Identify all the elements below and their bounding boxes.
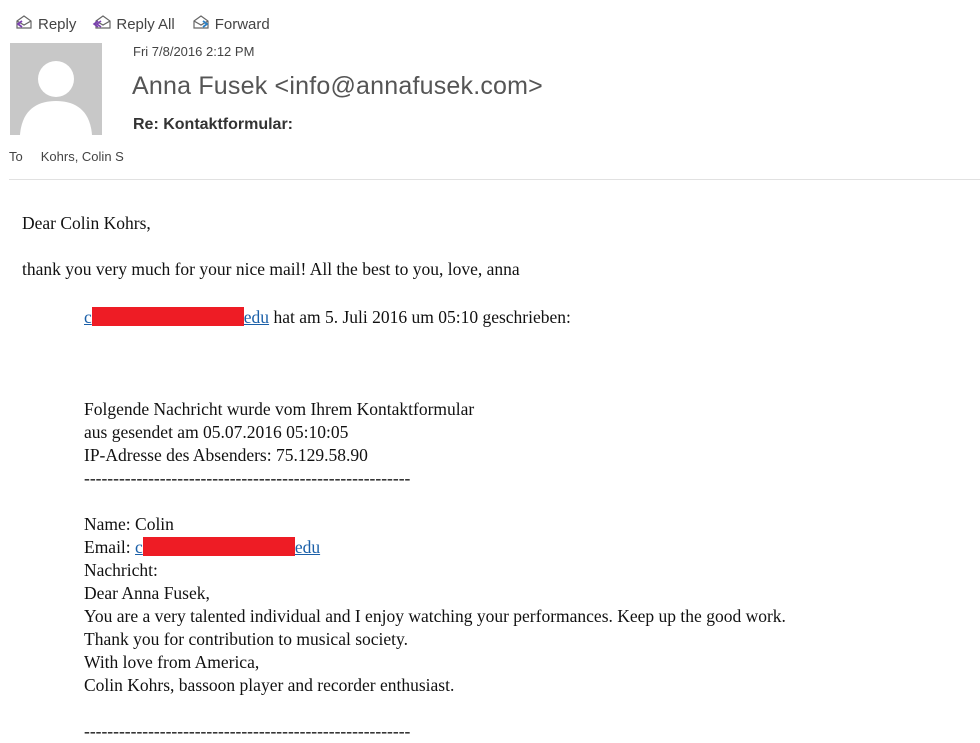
redaction-block <box>142 537 295 556</box>
quoted-email-link[interactable]: c edu <box>135 537 320 557</box>
email-link-end: edu <box>243 307 270 327</box>
recipients-row: To Kohrs, Colin S <box>9 149 124 164</box>
quoted-line-3: IP-Adresse des Absenders: 75.129.58.90 <box>84 445 368 465</box>
reply-button[interactable]: Reply <box>14 13 76 35</box>
reply-text: thank you very much for your nice mail! … <box>22 259 520 279</box>
quoted-email: Email: c edu <box>84 536 320 558</box>
quote-header-text: hat am 5. Juli 2016 um 05:10 geschrieben… <box>269 307 571 327</box>
reply-icon <box>14 13 34 35</box>
quoted-name: Name: Colin <box>84 514 174 534</box>
quoted-line-2: aus gesendet am 05.07.2016 05:10:05 <box>84 422 349 442</box>
email-link-start: c <box>135 537 143 557</box>
message-subject: Re: Kontaktformular: <box>133 116 294 133</box>
reply-all-icon <box>92 13 112 35</box>
email-link-end: edu <box>294 537 321 557</box>
to-label: To <box>9 149 23 164</box>
reply-all-label: Reply All <box>116 15 175 33</box>
quoted-separator: ----------------------------------------… <box>84 468 411 488</box>
reply-all-button[interactable]: Reply All <box>92 13 175 35</box>
quoted-line-1: Folgende Nachricht wurde vom Ihrem Konta… <box>84 399 475 419</box>
quote-header: c edu hat am 5. Juli 2016 um 05:10 geschr… <box>84 306 571 328</box>
greeting: Dear Colin Kohrs, <box>22 213 151 233</box>
sender-avatar <box>10 43 102 135</box>
message-date: Fri 7/8/2016 2:12 PM <box>133 44 255 59</box>
person-placeholder-icon <box>20 61 92 135</box>
reply-label: Reply <box>38 15 77 33</box>
email-label: Email: <box>84 537 136 557</box>
quoted-message-line-4: With love from America, <box>84 652 260 672</box>
quoted-message-label: Nachricht: <box>84 560 158 580</box>
sender-name[interactable]: Anna Fusek <info@annafusek.com> <box>132 72 543 101</box>
forward-button[interactable]: Forward <box>191 13 270 35</box>
message-toolbar: Reply Reply All Forward <box>14 12 270 36</box>
header-divider <box>9 179 980 180</box>
quoted-message-line-2: You are a very talented individual and I… <box>84 606 786 626</box>
recipient-name[interactable]: Kohrs, Colin S <box>41 149 124 164</box>
forward-icon <box>191 13 211 35</box>
quoted-message-line-5: Colin Kohrs, bassoon player and recorder… <box>84 675 455 695</box>
redaction-block <box>91 307 244 326</box>
quoted-separator-2: ----------------------------------------… <box>84 721 411 741</box>
quoted-message-line-1: Dear Anna Fusek, <box>84 583 210 603</box>
email-link-start: c <box>84 307 92 327</box>
quoted-sender-email-link[interactable]: c edu <box>84 307 269 327</box>
forward-label: Forward <box>214 15 270 33</box>
quoted-message-line-3: Thank you for contribution to musical so… <box>84 629 409 649</box>
